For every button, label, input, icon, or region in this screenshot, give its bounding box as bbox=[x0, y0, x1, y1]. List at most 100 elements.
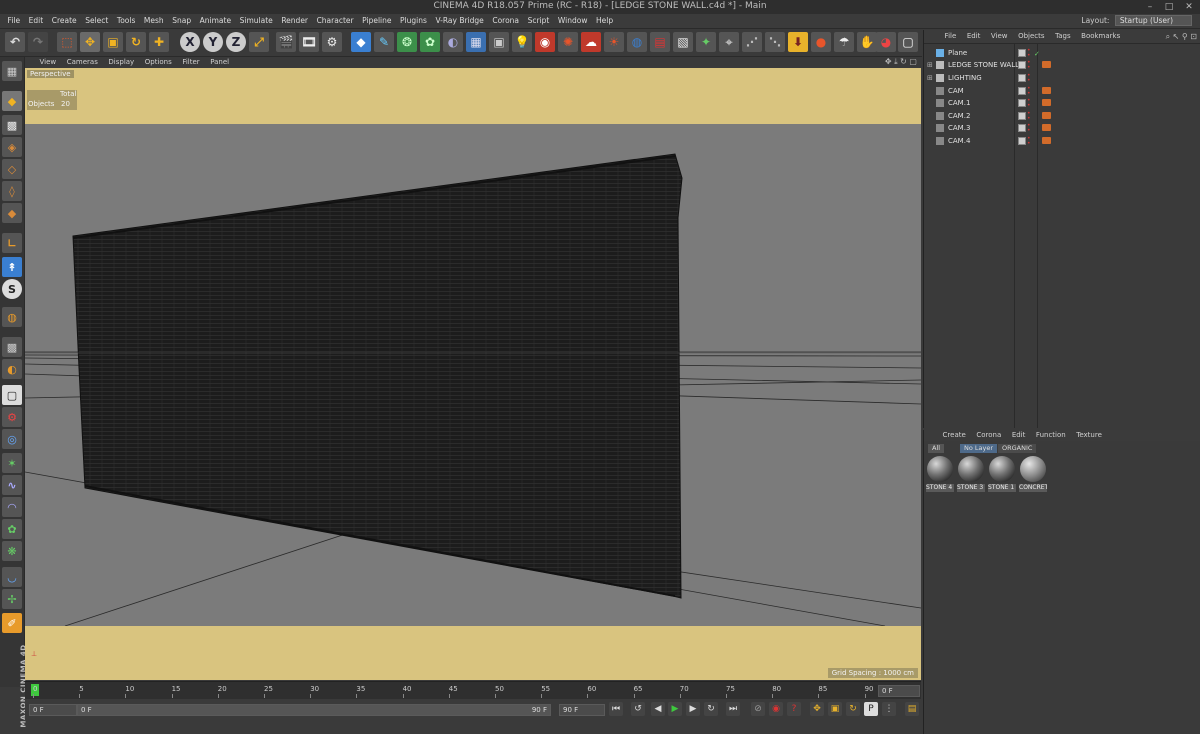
tab-all[interactable]: All bbox=[928, 444, 945, 453]
texture-view-icon[interactable]: ⚙ bbox=[2, 407, 22, 427]
object-row-cam-3[interactable]: CAM.3 • • bbox=[924, 122, 1200, 134]
array-icon[interactable]: ✿ bbox=[420, 32, 440, 52]
rotate-icon[interactable]: ↻ bbox=[126, 32, 146, 52]
sculpt-flatten-icon[interactable]: ◡ bbox=[2, 567, 22, 587]
layer-icon[interactable] bbox=[1018, 137, 1026, 145]
corona-camera-icon[interactable]: ◉ bbox=[535, 32, 555, 52]
menu-animate[interactable]: Animate bbox=[197, 14, 234, 28]
workplane-icon[interactable]: ⋰ bbox=[742, 32, 762, 52]
om-search-icon[interactable]: ⌕ ↖ ⚲ ⊡ bbox=[1166, 30, 1197, 43]
floor-icon[interactable]: ▦ bbox=[466, 32, 486, 52]
menu-pipeline[interactable]: Pipeline bbox=[359, 14, 394, 28]
viewport-menu-options[interactable]: Options bbox=[141, 57, 176, 68]
next-frame-icon[interactable]: ▶ bbox=[686, 702, 700, 716]
sculpt-mask-icon[interactable]: ✢ bbox=[2, 589, 22, 609]
viewport-menu-cameras[interactable]: Cameras bbox=[63, 57, 102, 68]
end-frame-field[interactable]: 90 F bbox=[559, 704, 605, 716]
corona-sky-icon[interactable]: ☁ bbox=[581, 32, 601, 52]
object-row-cam[interactable]: CAM • • bbox=[924, 85, 1200, 97]
sculpt-inflate-icon[interactable]: ✿ bbox=[2, 519, 22, 539]
close-button[interactable]: ✕ bbox=[1180, 0, 1198, 14]
material-tag-icon[interactable] bbox=[1042, 61, 1051, 68]
axis-mode-icon[interactable]: ∟ bbox=[2, 233, 22, 253]
layer-icon[interactable] bbox=[1018, 99, 1026, 107]
menu-tools[interactable]: Tools bbox=[114, 14, 138, 28]
redo-icon[interactable]: ↷ bbox=[28, 32, 48, 52]
keyframe-selection-icon[interactable]: ? bbox=[787, 702, 801, 716]
viewport-menu-view[interactable]: View bbox=[36, 57, 61, 68]
visibility-dots-icon[interactable]: • • bbox=[1027, 48, 1031, 59]
parameter-key-icon[interactable]: P bbox=[864, 702, 878, 716]
menu-plugins[interactable]: Plugins bbox=[397, 14, 430, 28]
scale-icon[interactable]: ▣ bbox=[103, 32, 123, 52]
autokey-icon[interactable]: ◉ bbox=[769, 702, 783, 716]
workplane-mode-icon[interactable]: ◈ bbox=[2, 137, 22, 157]
tab-organic[interactable]: ORGANIC bbox=[998, 444, 1037, 453]
layer-icon[interactable] bbox=[1018, 124, 1026, 132]
visibility-dots-icon[interactable]: • • bbox=[1027, 136, 1031, 147]
undo-icon[interactable]: ↶ bbox=[5, 32, 25, 52]
sculpt-pull-icon[interactable]: ✶ bbox=[2, 453, 22, 473]
visibility-dots-icon[interactable]: • • bbox=[1027, 111, 1031, 122]
layout-selector[interactable]: Layout: Startup (User) bbox=[1081, 15, 1192, 26]
pen-icon[interactable]: ✎ bbox=[374, 32, 394, 52]
mm-menu-create[interactable]: Create bbox=[939, 430, 970, 441]
timeline[interactable]: 0 5 10 15 20 25 30 35 40 45 50 55 60 65 70 75 80 85 90 0 F bbox=[25, 681, 921, 699]
object-row-plane[interactable]: Plane • • ✓ bbox=[924, 47, 1200, 59]
layer-icon[interactable] bbox=[1018, 87, 1026, 95]
axis-lock-icon[interactable]: ⋱ bbox=[765, 32, 785, 52]
snap-icon[interactable]: ⌖ bbox=[719, 32, 739, 52]
layer-icon[interactable] bbox=[1018, 112, 1026, 120]
pla-key-icon[interactable]: ⋮ bbox=[882, 702, 896, 716]
previous-key-icon[interactable]: ↺ bbox=[631, 702, 645, 716]
coordinate-system-icon[interactable]: ⤢ bbox=[249, 32, 269, 52]
x-axis-icon[interactable]: X bbox=[180, 32, 200, 52]
visibility-dots-icon[interactable]: • • bbox=[1027, 123, 1031, 134]
material-concrete[interactable]: CONCRETE bbox=[1019, 456, 1047, 492]
mm-menu-texture[interactable]: Texture bbox=[1072, 430, 1106, 441]
timeline-window-icon[interactable]: ▤ bbox=[905, 702, 919, 716]
corona-camera-tag-icon[interactable] bbox=[1042, 124, 1051, 131]
menu-mesh[interactable]: Mesh bbox=[141, 14, 167, 28]
make-editable-icon[interactable]: ▦ bbox=[2, 61, 22, 81]
material-icon[interactable]: ● bbox=[811, 32, 831, 52]
sculpt-smooth-icon[interactable]: ∿ bbox=[2, 475, 22, 495]
menu-help[interactable]: Help bbox=[593, 14, 616, 28]
scene-icon[interactable]: ✋ bbox=[857, 32, 877, 52]
menu-corona[interactable]: Corona bbox=[489, 14, 522, 28]
live-selection-icon[interactable]: ⬚ bbox=[57, 32, 77, 52]
render-picture-viewer-icon[interactable]: 🎞 bbox=[299, 32, 319, 52]
frame-icon[interactable]: ▢ bbox=[898, 32, 918, 52]
layer-icon[interactable] bbox=[1018, 61, 1026, 69]
corona-vfb-icon[interactable]: ▤ bbox=[650, 32, 670, 52]
subdivision-icon[interactable]: ❂ bbox=[397, 32, 417, 52]
om-menu-view[interactable]: View bbox=[987, 30, 1012, 43]
menu-script[interactable]: Script bbox=[525, 14, 553, 28]
points-mode-icon[interactable]: ◇ bbox=[2, 159, 22, 179]
viewport-menu-filter[interactable]: Filter bbox=[178, 57, 203, 68]
sculpt-wax-icon[interactable]: ◠ bbox=[2, 497, 22, 517]
next-key-icon[interactable]: ↻ bbox=[704, 702, 718, 716]
balloon-icon[interactable]: ☂ bbox=[834, 32, 854, 52]
go-to-start-icon[interactable]: ⏮ bbox=[609, 702, 623, 716]
menu-window[interactable]: Window bbox=[555, 14, 591, 28]
om-menu-edit[interactable]: Edit bbox=[963, 30, 985, 43]
viewport-menu-display[interactable]: Display bbox=[104, 57, 138, 68]
start-frame-field[interactable]: 0 F bbox=[29, 704, 77, 716]
frame-range-slider[interactable]: 0 F 90 F bbox=[77, 704, 551, 716]
object-row-cam-1[interactable]: CAM.1 • • bbox=[924, 97, 1200, 109]
corona-sun-icon[interactable]: ☀ bbox=[604, 32, 624, 52]
export-icon[interactable]: ⬇ bbox=[788, 32, 808, 52]
planar-workplane-icon[interactable]: ▩ bbox=[2, 337, 22, 357]
object-row-ledge-stone-wall[interactable]: ⊞ LEDGE STONE WALL • • bbox=[924, 59, 1200, 71]
texture-mode-icon[interactable]: ▩ bbox=[2, 115, 22, 135]
menu-character[interactable]: Character bbox=[314, 14, 357, 28]
tab-no-layer[interactable]: No Layer bbox=[960, 444, 998, 453]
corona-proxy-icon[interactable]: ◍ bbox=[627, 32, 647, 52]
corona-camera-tag-icon[interactable] bbox=[1042, 112, 1051, 119]
om-menu-file[interactable]: File bbox=[941, 30, 961, 43]
layout-dropdown[interactable]: Startup (User) bbox=[1114, 15, 1192, 26]
menu-render[interactable]: Render bbox=[278, 14, 311, 28]
tweak-mode-icon[interactable]: ↟ bbox=[2, 257, 22, 277]
menu-select[interactable]: Select bbox=[82, 14, 111, 28]
